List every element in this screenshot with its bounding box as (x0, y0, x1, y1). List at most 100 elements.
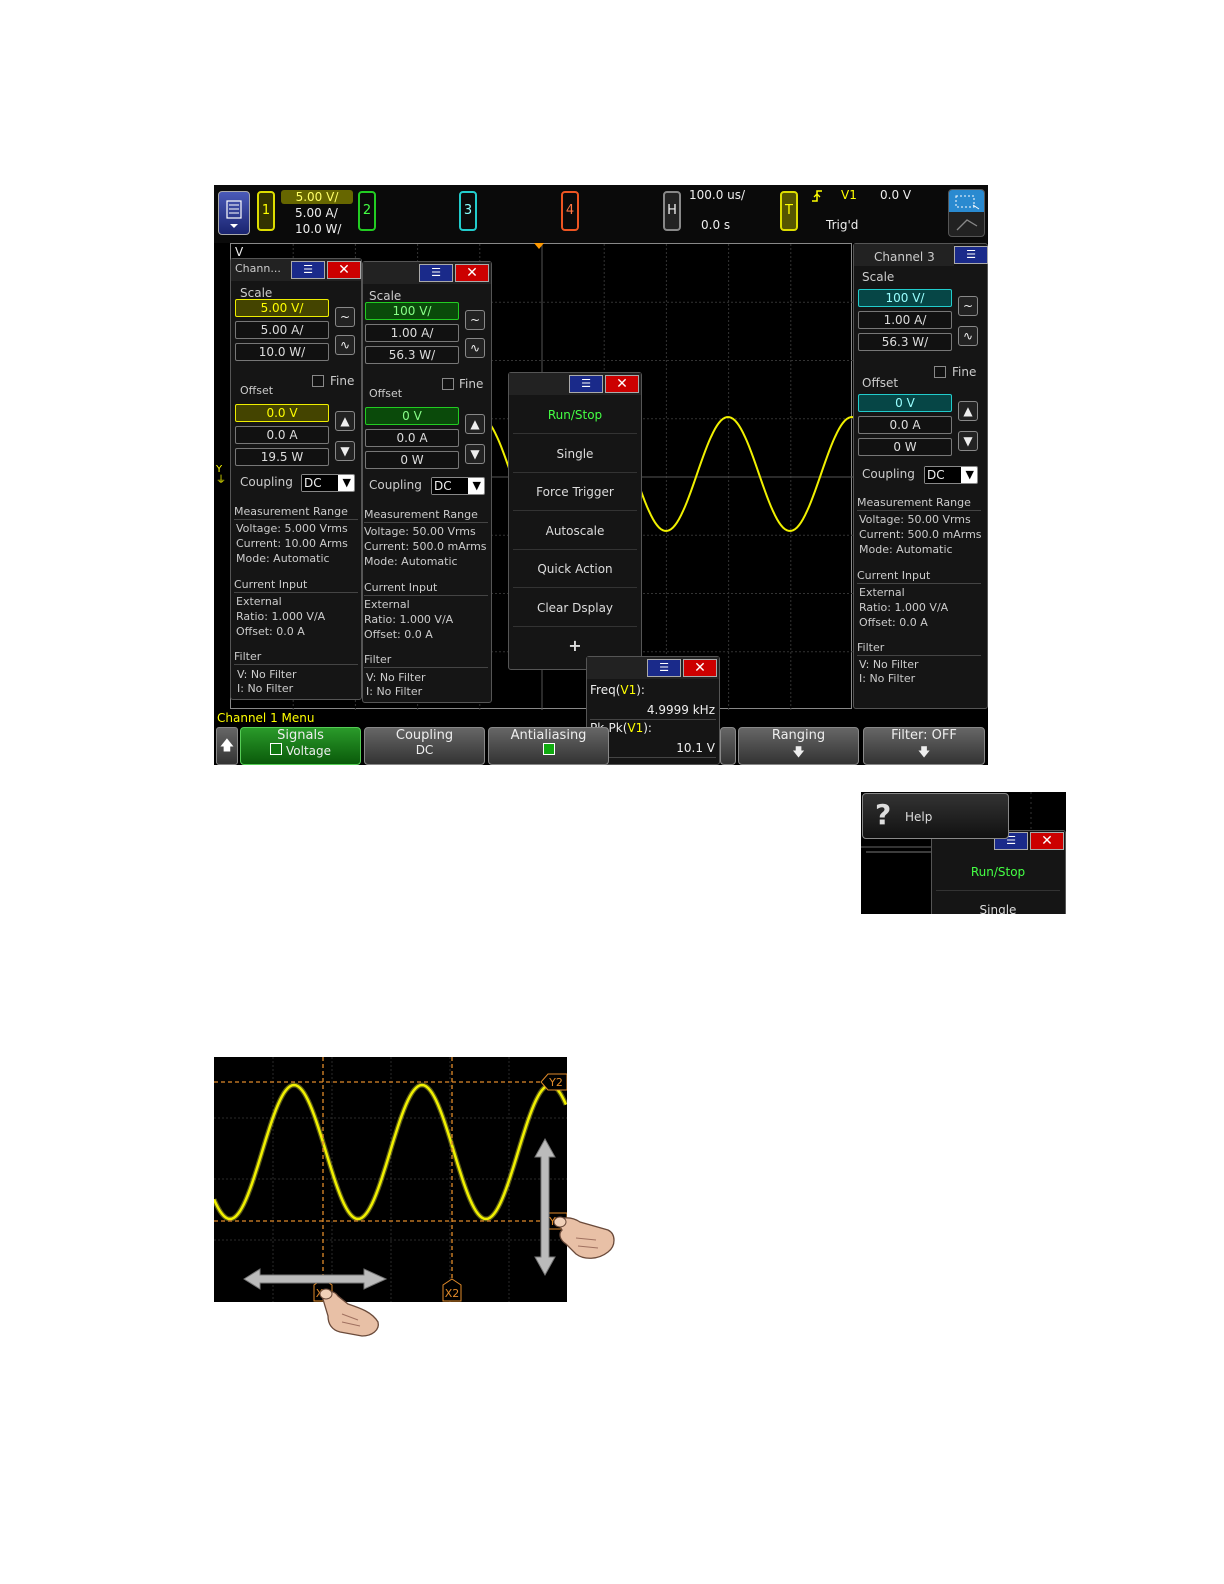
top-status-bar: 1 5.00 V/ 5.00 A/ 10.0 W/ 2 3 4 H 100.0 … (214, 185, 988, 243)
ch3-scale-v-field[interactable]: 100 V/ (858, 289, 952, 307)
ch1-coupling-label: Coupling (240, 475, 293, 489)
ch1-scale-a-field[interactable]: 5.00 A/ (235, 321, 329, 339)
ch2-offset-label: Offset (369, 387, 403, 400)
ch1-coupling-select[interactable]: DC ▼ (301, 474, 355, 492)
ch2-scale-v-field[interactable]: 100 V/ (365, 302, 459, 320)
ch1-coupling-value: DC (302, 475, 338, 491)
freq-measurement-label: Freq(V1): (590, 683, 645, 697)
ch2-fine-checkbox[interactable] (442, 378, 454, 390)
quick-menu-close-button[interactable]: ✕ (605, 375, 639, 393)
softkey-signals-value: Voltage (241, 743, 360, 758)
divider (590, 719, 716, 720)
ch1-scale-v-field[interactable]: 5.00 V/ (235, 299, 329, 317)
inset-single[interactable]: Single (936, 891, 1060, 914)
checkbox-icon (269, 743, 282, 755)
ch2-scale-up-knob-icon[interactable]: ~ (465, 310, 485, 330)
ch3-scale-w-field[interactable]: 56.3 W/ (858, 333, 952, 351)
ch3-scale-down-knob-icon[interactable]: ∿ (958, 326, 978, 346)
menu-item-clear-display[interactable]: Clear Dsplay (513, 589, 637, 627)
inset-close-button[interactable]: ✕ (1030, 832, 1064, 850)
ch2-offset-a-field[interactable]: 0.0 A (365, 429, 459, 447)
trigger-button[interactable]: T (780, 191, 798, 231)
channel-1-button[interactable]: 1 (257, 191, 275, 231)
help-question-icon: ? (875, 798, 892, 831)
meas-panel-close-button[interactable]: ✕ (683, 659, 717, 677)
ch3-coupling-select[interactable]: DC ▼ (924, 466, 978, 484)
softkey-back-button[interactable]: 🡅 (216, 727, 238, 765)
ch1-fine-checkbox[interactable] (312, 375, 324, 387)
divider (364, 595, 488, 596)
ch2-scale-a-field[interactable]: 1.00 A/ (365, 324, 459, 342)
softkey-antialiasing[interactable]: Antialiasing (488, 727, 609, 765)
ch1-panel-menu-button[interactable]: ☰ (291, 261, 325, 279)
ch2-panel-menu-button[interactable]: ☰ (419, 264, 453, 282)
ch1-offset-up-arrow-icon[interactable]: ▲ (335, 411, 355, 431)
ch3-coupling-value: DC (925, 467, 961, 483)
ch3-panel-title: Channel 3 (874, 250, 935, 264)
ch1-offset-a-field[interactable]: 0.0 A (235, 426, 329, 444)
ch2-offset-up-arrow-icon[interactable]: ▲ (465, 414, 485, 434)
ch2-coupling-label: Coupling (369, 478, 422, 492)
ch2-scale-down-knob-icon[interactable]: ∿ (465, 338, 485, 358)
menu-item-run-stop[interactable]: Run/Stop (513, 396, 637, 434)
ch2-offset-w-field[interactable]: 0 W (365, 451, 459, 469)
ch2-range-line: Current: 500.0 mArms (364, 540, 487, 553)
ch3-scale-a-field[interactable]: 1.00 A/ (858, 311, 952, 329)
ch3-fine-checkbox[interactable] (934, 366, 946, 378)
ch2-fine-label: Fine (459, 377, 484, 391)
ch2-coupling-select[interactable]: DC ▼ (431, 477, 485, 495)
oscilloscope-screen: 1 5.00 V/ 5.00 A/ 10.0 W/ 2 3 4 H 100.0 … (214, 185, 988, 765)
menu-item-force-trigger[interactable]: Force Trigger (513, 473, 637, 511)
softkey-ranging[interactable]: Ranging 🡇 (738, 727, 859, 765)
ch1-offset-v-field[interactable]: 0.0 V (235, 404, 329, 422)
ch1-panel-close-button[interactable]: ✕ (327, 261, 361, 279)
ch1-scale-w: 10.0 W/ (295, 222, 342, 236)
ch1-offset-w-field[interactable]: 19.5 W (235, 448, 329, 466)
ch3-offset-w-field[interactable]: 0 W (858, 438, 952, 456)
ch1-scale-up-knob-icon[interactable]: ~ (335, 307, 355, 327)
channel-2-button[interactable]: 2 (358, 191, 376, 231)
ch2-panel-close-button[interactable]: ✕ (455, 264, 489, 282)
channel-4-button[interactable]: 4 (561, 191, 579, 231)
ch2-offset-v-field[interactable]: 0 V (365, 407, 459, 425)
softkey-filter[interactable]: Filter: OFF 🡇 (863, 727, 985, 765)
inset-run-stop[interactable]: Run/Stop (936, 853, 1060, 891)
ch3-offset-v-field[interactable]: 0 V (858, 394, 952, 412)
ch3-scale-up-knob-icon[interactable]: ~ (958, 296, 978, 316)
help-tooltip[interactable]: ? Help (862, 793, 1009, 839)
quick-action-menu: ☰ ✕ Run/Stop Single Force Trigger Autosc… (508, 372, 642, 670)
softkey-signals[interactable]: Signals Voltage (240, 727, 361, 765)
menu-list-icon (226, 200, 242, 228)
menu-item-quick-action[interactable]: Quick Action (513, 550, 637, 588)
ch3-offset-down-arrow-icon[interactable]: ▼ (958, 431, 978, 451)
divider (234, 664, 358, 665)
menu-item-single[interactable]: Single (513, 435, 637, 473)
ch1-offset-label: Offset (240, 384, 274, 397)
softkey-antialiasing-label: Antialiasing (510, 728, 587, 743)
ch1-ci-line: Offset: 0.0 A (236, 625, 305, 638)
ch2-ci-line: Ratio: 1.000 V/A (364, 613, 454, 626)
ch2-offset-down-arrow-icon[interactable]: ▼ (465, 444, 485, 464)
ch1-scale-w-field[interactable]: 10.0 W/ (235, 343, 329, 361)
ch3-filter-line: I: No Filter (859, 672, 916, 685)
ch2-scale-w-field[interactable]: 56.3 W/ (365, 346, 459, 364)
ch1-scale-down-knob-icon[interactable]: ∿ (335, 335, 355, 355)
ch1-range-line: Current: 10.00 Arms (236, 537, 348, 550)
quick-menu-menu-button[interactable]: ☰ (569, 375, 603, 393)
ch3-offset-up-arrow-icon[interactable]: ▲ (958, 401, 978, 421)
horizontal-button[interactable]: H (663, 191, 681, 231)
channel-3-button[interactable]: 3 (459, 191, 477, 231)
menu-item-autoscale[interactable]: Autoscale (513, 512, 637, 550)
ch3-offset-a-field[interactable]: 0.0 A (858, 416, 952, 434)
softkey-blank[interactable] (720, 727, 736, 765)
ch1-offset-down-arrow-icon[interactable]: ▼ (335, 441, 355, 461)
softkey-coupling[interactable]: Coupling DC (364, 727, 485, 765)
meas-panel-menu-button[interactable]: ☰ (647, 659, 681, 677)
ch1-ground-marker[interactable]: Y ⏚ (216, 464, 230, 486)
touch-zoom-button[interactable] (948, 189, 985, 237)
main-menu-button[interactable] (218, 191, 250, 235)
dropdown-arrow-icon: ▼ (965, 468, 974, 481)
ch2-scale-label: Scale (369, 289, 402, 303)
ch1-range-line: Mode: Automatic (236, 552, 330, 565)
ch3-panel-menu-button[interactable]: ☰ (954, 246, 988, 264)
